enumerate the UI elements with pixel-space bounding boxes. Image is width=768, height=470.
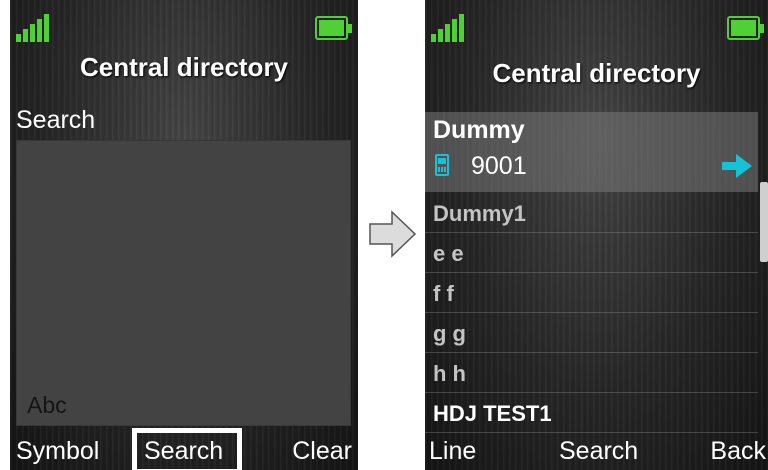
directory-results-screen: Central directory Dummy 9001 Dummy1 e e … xyxy=(425,0,768,470)
signal-strength-icon xyxy=(431,14,467,42)
list-item[interactable]: h h xyxy=(425,353,758,393)
mobile-phone-icon xyxy=(435,154,449,176)
list-item-label: Dummy1 xyxy=(433,201,526,226)
right-arrow-icon[interactable] xyxy=(722,154,752,178)
search-input[interactable]: Abc xyxy=(16,140,351,426)
list-item[interactable]: e e xyxy=(425,233,758,273)
softkey-bar: Symbol Search Clear xyxy=(10,428,358,470)
line-softkey[interactable]: Line xyxy=(429,437,476,466)
list-item-label: HDJ TEST1 xyxy=(433,401,552,426)
screen-title: Central directory xyxy=(492,58,701,88)
selected-list-item[interactable]: Dummy 9001 xyxy=(425,112,758,192)
scrollbar[interactable] xyxy=(760,182,768,262)
list-item-label: e e xyxy=(433,241,464,266)
input-mode-indicator: Abc xyxy=(27,392,67,418)
list-item-label: f f xyxy=(433,281,454,306)
list-item[interactable]: g g xyxy=(425,313,758,353)
right-arrow-icon xyxy=(369,210,417,258)
list-item[interactable]: Dummy1 xyxy=(425,193,758,233)
list-item-label: g g xyxy=(433,321,466,346)
search-label: Search xyxy=(16,106,96,134)
signal-strength-icon xyxy=(16,14,52,42)
screen-title: Central directory xyxy=(79,52,289,82)
back-softkey[interactable]: Back xyxy=(710,437,766,466)
list-item-label: h h xyxy=(433,361,466,386)
symbol-softkey[interactable]: Symbol xyxy=(16,437,99,466)
list-item[interactable]: HDJ TEST1 xyxy=(425,393,758,433)
search-softkey[interactable]: Search xyxy=(559,437,638,466)
contact-name: Dummy xyxy=(433,116,525,144)
directory-search-screen: Central directory Search Abc Symbol Sear… xyxy=(10,0,358,470)
contact-number: 9001 xyxy=(471,152,527,180)
battery-icon xyxy=(727,16,764,40)
clear-softkey[interactable]: Clear xyxy=(292,437,352,466)
list-item[interactable]: f f xyxy=(425,273,758,313)
battery-icon xyxy=(315,16,352,40)
softkey-bar: Line Search Back xyxy=(425,432,768,470)
search-softkey[interactable]: Search xyxy=(144,437,223,466)
